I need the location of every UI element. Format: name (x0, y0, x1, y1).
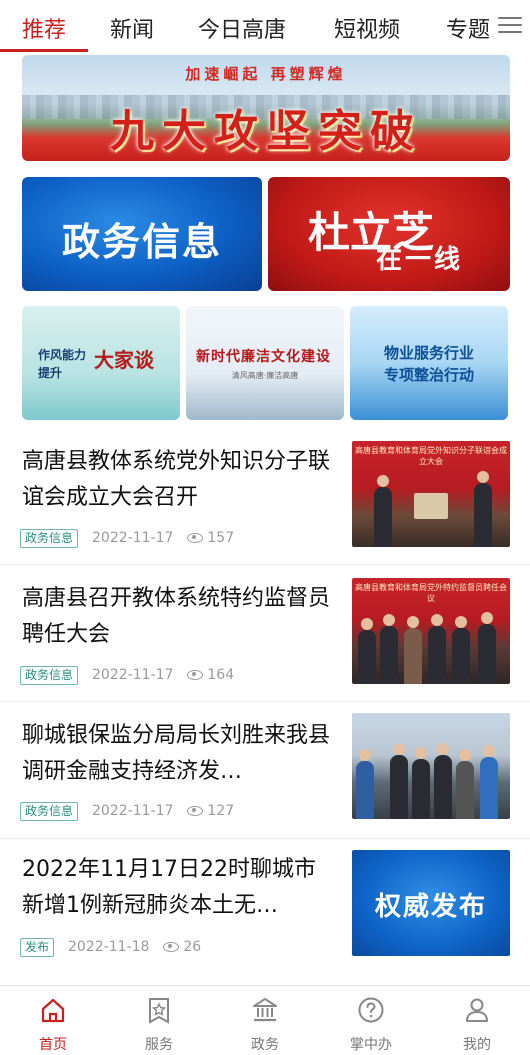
publish-date: 2022-11-18 (68, 939, 150, 955)
small-card-1-text-b: 大家谈 (94, 348, 154, 372)
news-thumbnail[interactable]: 权威发布 (352, 850, 510, 956)
person-figure (356, 749, 374, 819)
nav-services[interactable]: 服务 (119, 992, 199, 1053)
news-item[interactable]: 高唐县召开教体系统特约监督员聘任大会 政务信息 2022-11-17 164 高… (0, 565, 530, 702)
nav-government-label: 政务 (251, 1037, 279, 1053)
tab-special-topics[interactable]: 专题 (446, 12, 490, 44)
view-count: 26 (183, 939, 202, 955)
person-figure (390, 743, 408, 819)
home-icon (41, 998, 65, 1023)
question-circle-icon (358, 997, 384, 1023)
card-property-service-rectification[interactable]: 物业服务行业 专项整治行动 (350, 306, 508, 420)
publish-date: 2022-11-17 (92, 667, 174, 683)
person-figure (428, 614, 446, 684)
menu-icon[interactable] (494, 12, 526, 38)
card-government-info[interactable]: 政务信息 (22, 177, 262, 291)
card-government-info-label: 政务信息 (61, 220, 222, 264)
news-title[interactable]: 高唐县教体系统党外知识分子联谊会成立大会召开 (22, 444, 334, 516)
category-tag: 政务信息 (20, 665, 79, 685)
news-thumbnail[interactable]: 高唐县教育和体育局党外知识分子联谊会成立大会 (352, 441, 510, 547)
nav-home[interactable]: 首页 (13, 992, 93, 1053)
nav-handheld-service[interactable]: 掌中办 (331, 992, 411, 1053)
small-card-3-text: 物业服务行业 专项整治行动 (383, 344, 474, 384)
eye-icon (163, 942, 180, 952)
news-meta: 政务信息 2022-11-17 164 (20, 665, 234, 685)
tab-news[interactable]: 新闻 (110, 12, 154, 44)
star-bookmark-icon (149, 998, 169, 1024)
person-figure (374, 475, 392, 547)
category-tag: 政务信息 (20, 801, 79, 821)
nav-home-label: 首页 (39, 1037, 67, 1053)
news-meta: 政务信息 2022-11-17 127 (20, 801, 234, 821)
nav-services-label: 服务 (145, 1037, 173, 1053)
top-tab-bar: 推荐 新闻 今日高唐 短视频 专题 (0, 0, 530, 52)
user-icon (466, 998, 488, 1022)
government-building-icon (253, 998, 277, 1022)
small-card-2-text-a: 新时代廉洁文化建设 (196, 349, 331, 365)
category-tag: 政务信息 (20, 528, 79, 548)
news-item[interactable]: 高唐县教体系统党外知识分子联谊会成立大会召开 政务信息 2022-11-17 1… (0, 428, 530, 565)
plaque (414, 493, 448, 519)
publish-date: 2022-11-17 (92, 530, 174, 546)
news-meta: 发布 2022-11-18 26 (20, 937, 201, 957)
person-figure (478, 612, 496, 684)
news-item[interactable]: 2022年11月17日22时聊城市新增1例新冠肺炎本土无… 发布 2022-11… (0, 839, 530, 979)
news-meta: 政务信息 2022-11-17 157 (20, 528, 234, 548)
banner-headline: 九大攻坚突破 (110, 106, 422, 157)
person-figure (474, 471, 492, 547)
news-title[interactable]: 2022年11月17日22时聊城市新增1例新冠肺炎本土无… (22, 852, 334, 924)
active-tab-indicator (0, 49, 88, 52)
thumbnail-caption: 权威发布 (374, 892, 487, 922)
person-figure (452, 616, 470, 684)
category-tag: 发布 (20, 937, 55, 957)
person-figure (358, 618, 376, 684)
tab-today-gaotang[interactable]: 今日高唐 (198, 12, 286, 44)
banner-slogan: 加速崛起 再塑辉煌 (185, 65, 347, 83)
news-thumbnail[interactable] (352, 713, 510, 819)
person-figure (404, 616, 422, 684)
thumbnail-caption: 高唐县教育和体育局党外知识分子联谊会成立大会 (355, 446, 507, 466)
card-integrity-culture[interactable]: 新时代廉洁文化建设 清风高唐·廉洁高唐 (186, 306, 344, 420)
nav-handheld-service-label: 掌中办 (350, 1037, 392, 1053)
card-right-line2: 在一线 (376, 245, 464, 275)
nav-mine[interactable]: 我的 (437, 992, 517, 1053)
tab-recommend[interactable]: 推荐 (22, 12, 66, 44)
eye-icon (187, 670, 204, 680)
news-title[interactable]: 聊城银保监分局局长刘胜来我县调研金融支持经济发… (22, 718, 334, 790)
person-figure (480, 745, 498, 819)
view-count: 157 (207, 530, 235, 546)
view-count: 127 (207, 803, 235, 819)
news-title[interactable]: 高唐县召开教体系统特约监督员聘任大会 (22, 581, 334, 653)
nav-government[interactable]: 政务 (225, 992, 305, 1053)
card-du-lizhi-frontline[interactable]: 杜立芝 在一线 (268, 177, 510, 291)
person-figure (456, 749, 474, 819)
bottom-navigation: 首页 服务 政务 掌中办 我的 (0, 985, 530, 1055)
eye-icon (187, 533, 204, 543)
view-count: 164 (207, 667, 235, 683)
person-figure (434, 743, 452, 819)
news-item[interactable]: 聊城银保监分局局长刘胜来我县调研金融支持经济发… 政务信息 2022-11-17… (0, 702, 530, 839)
card-work-style-discussion[interactable]: 作风能力 提升 大家谈 (22, 306, 180, 420)
news-thumbnail[interactable]: 高唐县教育和体育局党外特约监督员聘任会议 (352, 578, 510, 684)
person-figure (412, 747, 430, 819)
publish-date: 2022-11-17 (92, 803, 174, 819)
tab-short-video[interactable]: 短视频 (334, 12, 400, 44)
nav-mine-label: 我的 (463, 1037, 491, 1053)
eye-icon (187, 806, 204, 816)
hero-banner[interactable]: 加速崛起 再塑辉煌 九大攻坚突破 (22, 55, 510, 161)
small-card-1-text-a: 作风能力 提升 (38, 348, 87, 380)
small-card-2-text-b: 清风高唐·廉洁高唐 (231, 371, 299, 380)
thumbnail-caption: 高唐县教育和体育局党外特约监督员聘任会议 (355, 583, 507, 603)
person-figure (380, 614, 398, 684)
